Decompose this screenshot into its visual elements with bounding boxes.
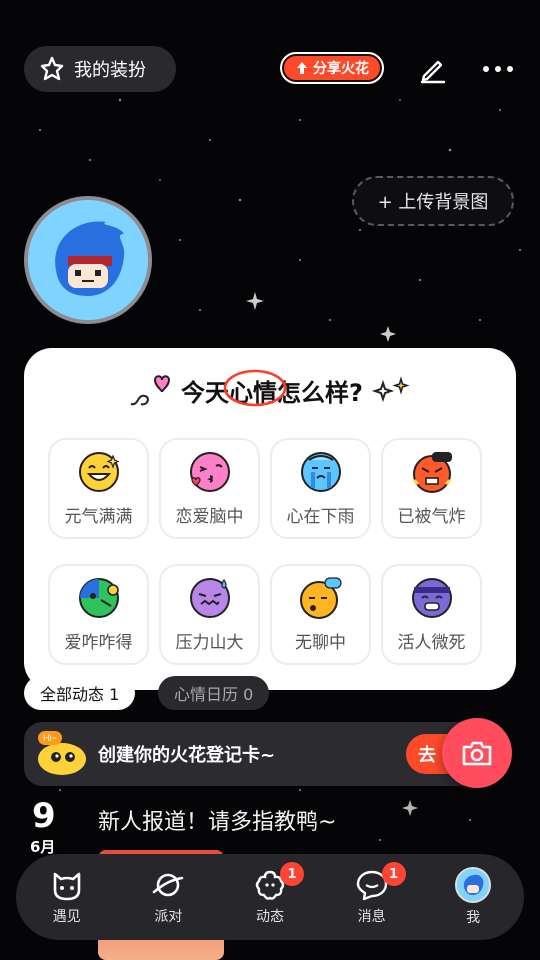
avatar-character-icon xyxy=(28,200,148,320)
nav-feed[interactable]: 动态 1 xyxy=(230,862,310,926)
camera-icon xyxy=(462,741,492,766)
mood-label: 元气满满 xyxy=(64,507,133,527)
tab-all-feeds[interactable]: 全部动态 1 xyxy=(24,676,136,710)
kissing-face-icon xyxy=(189,452,230,492)
mood-option-in-love[interactable]: 恋爱脑中 xyxy=(159,438,260,539)
mood-label: 恋爱脑中 xyxy=(175,507,244,527)
planet-icon xyxy=(153,873,184,897)
mood-option-bored[interactable]: 无聊中 xyxy=(270,564,371,665)
cat-face-icon xyxy=(53,872,81,901)
nav-meet[interactable]: 遇见 xyxy=(27,868,107,926)
my-outfit-button[interactable]: 我的装扮 xyxy=(24,46,176,92)
mood-label: 爱咋咋得 xyxy=(64,633,133,653)
upload-background-button[interactable]: + 上传背景图 xyxy=(352,176,514,226)
nav-feed-badge: 1 xyxy=(279,862,304,886)
post-date-day: 9 xyxy=(32,796,56,836)
pencil-icon xyxy=(420,60,446,84)
more-button[interactable] xyxy=(480,54,516,84)
camera-button[interactable] xyxy=(442,718,512,788)
mood-option-furious[interactable]: 已被气炸 xyxy=(381,438,482,539)
mood-option-stressed[interactable]: 压力山大 xyxy=(159,564,260,665)
tab-mood-calendar[interactable]: 心情日历 0 xyxy=(158,676,270,710)
mood-title: 今天 心情 怎么样? xyxy=(24,369,516,410)
nav-messages[interactable]: 消息 1 xyxy=(332,862,412,926)
go-label: 去 xyxy=(418,745,436,766)
nav-avatar xyxy=(455,867,492,903)
upload-background-label: + 上传背景图 xyxy=(377,192,489,213)
nav-messages-badge: 1 xyxy=(381,862,406,886)
mood-option-half-dead[interactable]: 活人微死 xyxy=(381,564,482,665)
mood-title-suffix: 怎么样? xyxy=(277,378,363,407)
tongue-face-icon xyxy=(78,578,119,618)
outfit-sparkle-icon xyxy=(40,56,64,81)
bored-face-icon xyxy=(299,577,342,619)
mood-title-prefix: 今天 xyxy=(181,378,230,407)
mood-label: 心在下雨 xyxy=(286,507,355,527)
mood-option-whatever[interactable]: 爱咋咋得 xyxy=(48,564,149,665)
mood-label: 活人微死 xyxy=(397,633,466,653)
mood-picker-card: 今天 心情 怎么样? 元气满满 恋爱脑中 心在下雨 已被气炸 爱咋咋得 压力山大… xyxy=(24,348,516,690)
post-text[interactable]: 新人报道！请多指教鸭~ xyxy=(98,804,336,836)
edit-button[interactable] xyxy=(416,52,450,86)
profile-avatar[interactable] xyxy=(24,196,152,324)
nav-party[interactable]: 派对 xyxy=(128,868,208,926)
avatar-character-icon xyxy=(457,869,490,901)
nav-me-label: 我 xyxy=(466,910,481,926)
mood-option-energetic[interactable]: 元气满满 xyxy=(48,438,149,539)
mood-label: 压力山大 xyxy=(175,633,244,653)
mascot-text: Hi~ xyxy=(43,733,57,743)
bottom-navigation: 遇见 派对 动态 1 消息 1 我 xyxy=(16,854,524,940)
mood-grid: 元气满满 恋爱脑中 心在下雨 已被气炸 爱咋咋得 压力山大 无聊中 活人微死 xyxy=(48,438,489,665)
crying-face-icon xyxy=(300,452,341,492)
nav-meet-label: 遇见 xyxy=(52,909,81,925)
stressed-face-icon xyxy=(189,578,230,618)
create-spark-card-text: 创建你的火花登记卡~ xyxy=(98,745,276,766)
nav-me[interactable]: 我 xyxy=(433,867,513,927)
arrow-up-icon xyxy=(297,62,307,74)
mood-label: 无聊中 xyxy=(295,633,346,653)
nav-feed-label: 动态 xyxy=(255,909,284,925)
share-spark-label: 分享火花 xyxy=(313,61,369,77)
mood-option-rainy-heart[interactable]: 心在下雨 xyxy=(270,438,371,539)
share-spark-button[interactable]: 分享火花 xyxy=(280,52,384,84)
angry-face-icon xyxy=(412,452,452,493)
highlight-circle-icon xyxy=(223,369,287,406)
tab-mood-calendar-label: 心情日历 0 xyxy=(174,685,254,704)
sparkles-icon xyxy=(371,376,410,403)
nav-messages-label: 消息 xyxy=(357,909,386,925)
mood-label: 已被气炸 xyxy=(397,507,466,527)
tab-all-feeds-label: 全部动态 1 xyxy=(40,685,120,704)
nav-party-label: 派对 xyxy=(154,909,183,925)
mascot-icon: Hi~ xyxy=(38,731,86,775)
mood-title-highlight: 心情 xyxy=(223,369,287,408)
grinning-face-icon xyxy=(78,452,120,492)
exhausted-face-icon xyxy=(411,578,452,618)
heart-swirl-icon xyxy=(130,375,171,406)
more-dots-icon xyxy=(483,66,513,72)
my-outfit-label: 我的装扮 xyxy=(74,60,146,81)
